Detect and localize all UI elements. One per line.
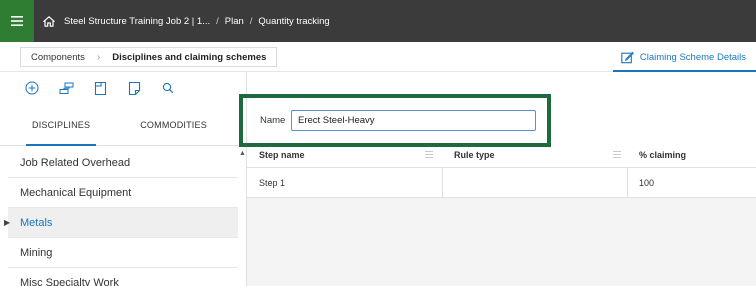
column-header-label: Rule type [454,150,495,160]
search-button[interactable] [160,80,176,96]
table-row[interactable]: Step 1 100 [247,168,756,198]
cell-rule-type[interactable] [442,168,627,198]
home-button[interactable] [34,0,64,42]
column-menu-icon[interactable] [425,151,433,158]
discipline-label: Mechanical Equipment [20,186,132,199]
claiming-scheme-details-tab[interactable]: Claiming Scheme Details [612,42,756,72]
add-button[interactable] [24,80,40,96]
column-header-claiming[interactable]: % claiming [627,142,756,168]
top-breadcrumb: Steel Structure Training Job 2 | 1... / … [64,16,330,27]
breadcrumb-separator: / [216,15,219,27]
chevron-right-icon: › [96,51,101,63]
app-root: Steel Structure Training Job 2 | 1... / … [0,0,756,286]
top-breadcrumb-quantity-tracking[interactable]: Quantity tracking [258,16,329,27]
top-breadcrumb-project[interactable]: Steel Structure Training Job 2 | 1... [64,16,210,27]
top-breadcrumb-plan[interactable]: Plan [225,16,244,27]
hierarchy-icon [59,82,73,94]
discipline-list: Job Related Overhead Mechanical Equipmen… [4,148,238,286]
active-tab-indicator [612,70,756,72]
discipline-label: Metals [20,216,53,229]
page-icon [128,81,140,95]
discipline-label: Misc Specialty Work [20,276,119,286]
discipline-label: Mining [20,246,53,259]
claiming-scheme-details-label: Claiming Scheme Details [639,51,746,63]
highlight-annotation [239,94,551,147]
breadcrumb: Components › Disciplines and claiming sc… [20,47,278,67]
edit-icon [621,51,634,63]
crumb-components[interactable]: Components [21,48,95,66]
discipline-label: Job Related Overhead [20,156,131,169]
list-item[interactable]: Mining [8,238,238,268]
steps-grid: Step name Rule type % claiming Step 1 10… [247,142,756,286]
top-bar: Steel Structure Training Job 2 | 1... / … [0,0,756,42]
column-header-label: % claiming [639,150,687,160]
expand-caret-icon[interactable]: ▶ [4,218,10,227]
tab-disciplines[interactable]: DISCIPLINES [25,104,97,146]
list-item[interactable]: Job Related Overhead [8,148,238,178]
hamburger-icon [11,16,23,26]
hierarchy-button[interactable] [58,80,74,96]
column-divider [627,168,628,198]
import-button[interactable] [92,80,108,96]
list-item[interactable]: Misc Specialty Work [8,268,238,286]
left-tabs: DISCIPLINES COMMODITIES [0,104,242,146]
document-icon [94,81,106,95]
scroll-up-arrow-icon[interactable]: ▲ [239,150,246,157]
crumb-disciplines-and-claiming-schemes[interactable]: Disciplines and claiming schemes [102,48,276,66]
tab-commodities[interactable]: COMMODITIES [140,104,207,146]
column-header-label: Step name [259,150,305,160]
list-item-selected[interactable]: ▶ Metals [4,208,238,238]
cell-step-name[interactable]: Step 1 [247,168,442,198]
cell-claiming[interactable]: 100 [627,168,756,198]
column-menu-icon[interactable] [613,151,621,158]
column-divider [442,168,443,198]
search-icon [162,82,174,94]
new-page-button[interactable] [126,80,142,96]
home-icon [43,15,55,27]
add-circle-icon [25,81,39,95]
hamburger-menu-button[interactable] [0,0,34,42]
breadcrumb-separator: / [249,15,253,27]
list-item[interactable]: Mechanical Equipment [8,178,238,208]
left-toolbar [0,72,242,104]
sub-navigation: Components › Disciplines and claiming sc… [0,42,756,72]
